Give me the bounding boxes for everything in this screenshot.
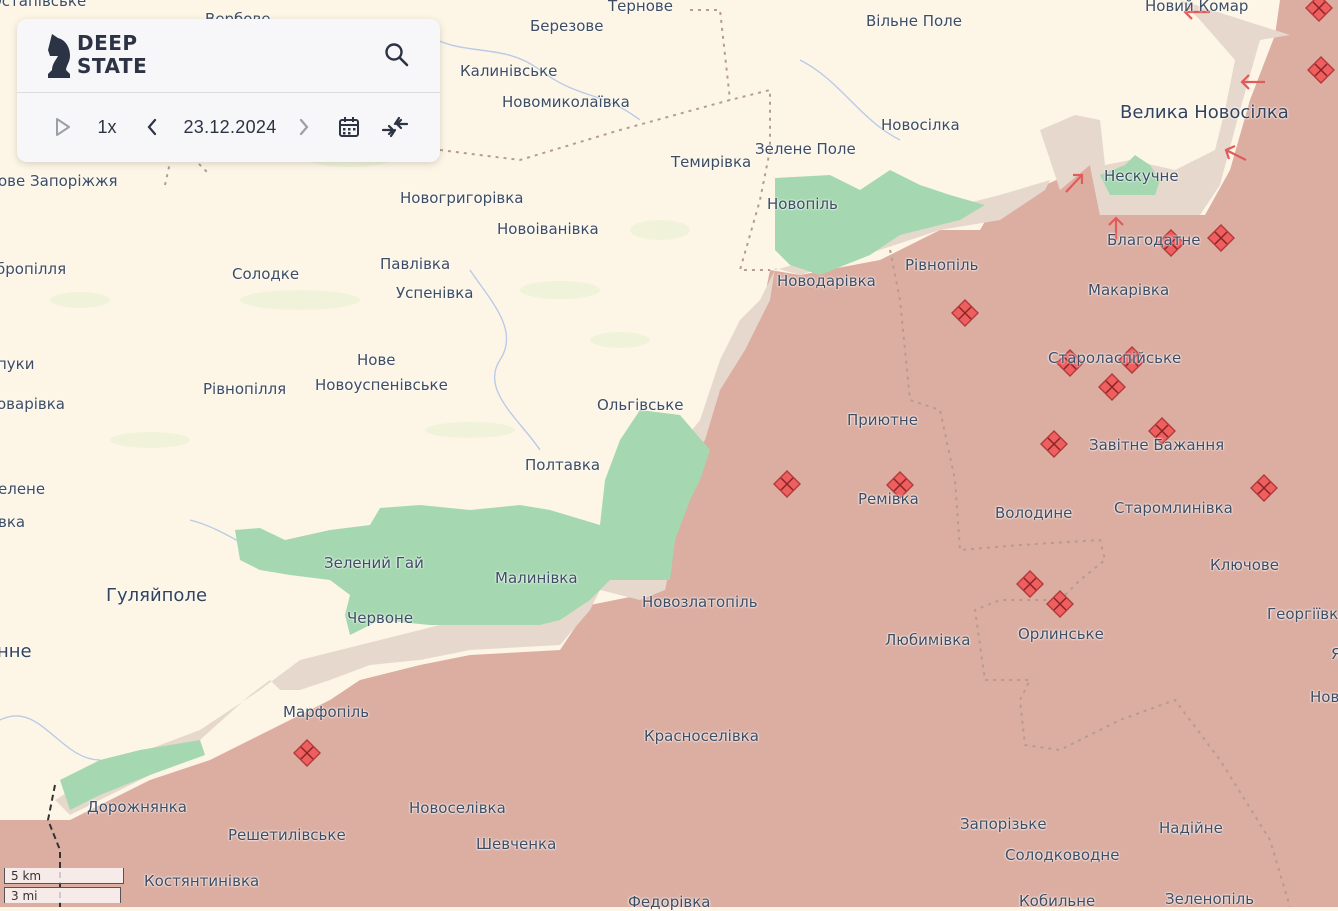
search-icon[interactable] xyxy=(383,41,411,69)
logo-line2: STATE xyxy=(77,54,148,78)
panel-divider xyxy=(17,92,440,93)
scale-km: 5 km xyxy=(4,868,124,884)
date-display[interactable]: 23.12.2024 xyxy=(175,113,285,141)
speed-button[interactable]: 1x xyxy=(93,113,121,141)
scale-mi: 3 mi xyxy=(4,887,121,903)
calendar-icon xyxy=(339,117,359,137)
logo-text: DEEP STATE xyxy=(77,32,147,78)
play-button[interactable] xyxy=(50,113,76,141)
compare-button[interactable] xyxy=(379,113,411,141)
chevron-left-icon xyxy=(147,118,157,136)
logo-line1: DEEP xyxy=(77,31,138,55)
prev-date-button[interactable] xyxy=(141,113,163,141)
knight-logo-icon xyxy=(48,34,70,78)
chevron-right-icon xyxy=(299,118,309,136)
collapse-arrows-icon xyxy=(381,116,409,138)
calendar-button[interactable] xyxy=(335,113,363,141)
control-panel: DEEP STATE 1x 23.12.2024 xyxy=(17,19,440,162)
play-icon xyxy=(56,118,70,136)
next-date-button[interactable] xyxy=(293,113,315,141)
